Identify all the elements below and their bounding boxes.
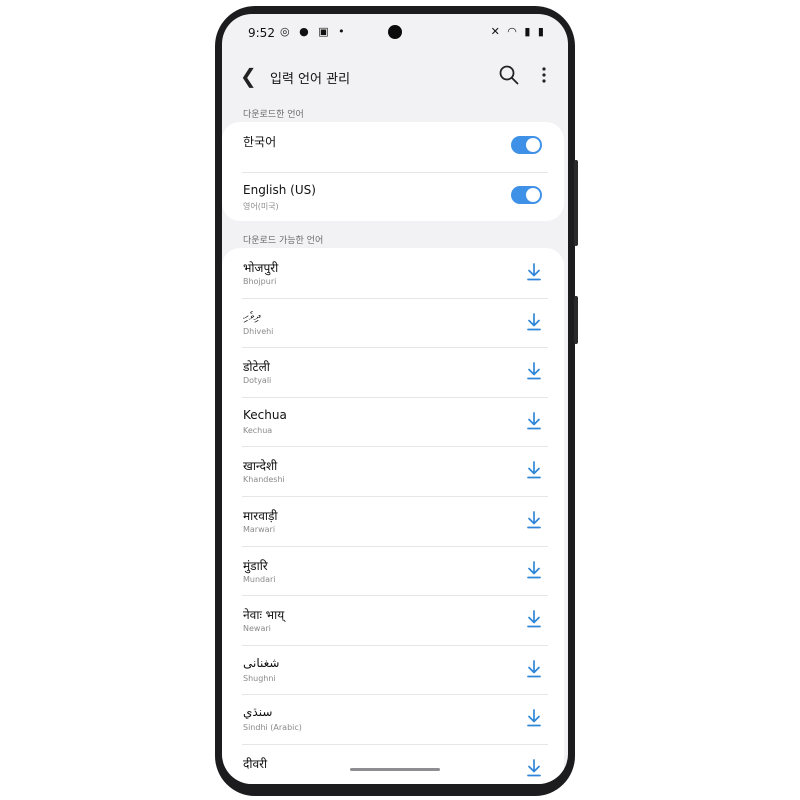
list-item[interactable]: मारवाड़ी Marwari (222, 495, 564, 546)
language-subtitle: Bhojpuri (243, 277, 277, 286)
downloaded-languages-list: 한국어 English (US) 영어(미국) (222, 122, 564, 222)
home-indicator[interactable] (350, 768, 440, 771)
status-time: 9:52 (248, 26, 275, 40)
language-name: खान्देशी (243, 459, 278, 474)
download-icon[interactable] (526, 362, 542, 380)
download-icon[interactable] (526, 312, 542, 331)
list-item[interactable]: खान्देशी Khandeshi (222, 446, 564, 496)
list-item[interactable]: Kechua Kechua (222, 396, 564, 447)
status-bar: 9:52 ◎ ● ▣ • ✕ ◠ ▮ ▮ (222, 14, 568, 50)
language-subtitle: Shughni (243, 673, 276, 683)
language-subtitle: Khandeshi (243, 475, 285, 485)
language-name: भोजपुरी (243, 261, 279, 275)
download-icon[interactable] (526, 560, 542, 579)
download-icon[interactable] (526, 411, 542, 430)
list-item[interactable]: डोटेली Dotyali (222, 347, 564, 397)
app-bar: ❮ 입력 언어 관리 (222, 54, 568, 98)
language-subtitle: Newari (243, 624, 271, 634)
download-icon[interactable] (526, 610, 542, 628)
download-icon[interactable] (526, 461, 542, 479)
page-title: 입력 언어 관리 (270, 72, 351, 87)
list-item[interactable]: भोजपुरी Bhojpuri (222, 248, 564, 298)
back-icon[interactable]: ❮ (240, 64, 257, 88)
notification-icons: ◎ ● ▣ • (280, 25, 348, 38)
download-icon[interactable] (526, 511, 542, 529)
volume-button (574, 160, 578, 246)
language-name: दीवरी (243, 756, 268, 771)
list-item[interactable]: شغنانی Shughni (222, 644, 564, 695)
language-name: मारवाड़ी (243, 508, 278, 523)
language-toggle[interactable] (511, 185, 542, 204)
list-item[interactable]: मुंडारि Mundari (222, 545, 564, 596)
language-subtitle: 영어(미국) (243, 201, 279, 211)
language-subtitle: Sindhi (Arabic) (243, 723, 302, 733)
download-icon[interactable] (526, 659, 542, 678)
list-item[interactable]: English (US) 영어(미국) (222, 171, 564, 222)
language-name: डोटेली (243, 360, 270, 375)
language-name: नेवाः भाय् (243, 608, 285, 623)
power-button (574, 296, 578, 344)
search-icon[interactable] (498, 64, 520, 86)
system-icons: ✕ ◠ ▮ ▮ (490, 25, 546, 38)
screen: 9:52 ◎ ● ▣ • ✕ ◠ ▮ ▮ ❮ 입력 언어 관리 다운로드한 언어… (222, 14, 568, 784)
list-item[interactable]: नेवाः भाय् Newari (222, 595, 564, 645)
available-languages-list: भोजपुरी Bhojpuri ދިވެހި Dhivehi डोटेली D… (222, 248, 564, 784)
section-label-available: 다운로드 가능한 언어 (243, 236, 324, 246)
language-name: ދިވެހި (243, 308, 261, 323)
language-name: मुंडारि (243, 558, 268, 573)
more-options-icon[interactable] (538, 64, 550, 86)
list-item[interactable]: سنڌي Sindhi (Arabic) (222, 694, 564, 744)
language-subtitle: Kechua (243, 425, 273, 435)
list-item[interactable]: 한국어 (222, 122, 564, 172)
toggle-knob (526, 138, 540, 152)
download-icon[interactable] (526, 709, 542, 727)
language-name: English (US) (243, 182, 316, 197)
language-toggle[interactable] (511, 136, 542, 154)
section-label-downloaded: 다운로드한 언어 (243, 110, 304, 120)
download-icon[interactable] (526, 263, 542, 281)
language-name: 한국어 (243, 135, 277, 149)
language-subtitle: Marwari (243, 524, 276, 534)
language-name: شغنانی (243, 655, 280, 670)
language-name: سنڌي (243, 705, 273, 720)
toggle-knob (526, 187, 540, 202)
list-item[interactable]: दीवरी (222, 743, 564, 784)
language-subtitle: Dotyali (243, 376, 272, 386)
language-subtitle: Dhivehi (243, 326, 274, 336)
language-subtitle: Mundari (243, 574, 276, 584)
download-icon[interactable] (526, 759, 542, 777)
language-name: Kechua (243, 407, 287, 422)
front-camera (388, 25, 402, 39)
list-item[interactable]: ދިވެހި Dhivehi (222, 297, 564, 348)
